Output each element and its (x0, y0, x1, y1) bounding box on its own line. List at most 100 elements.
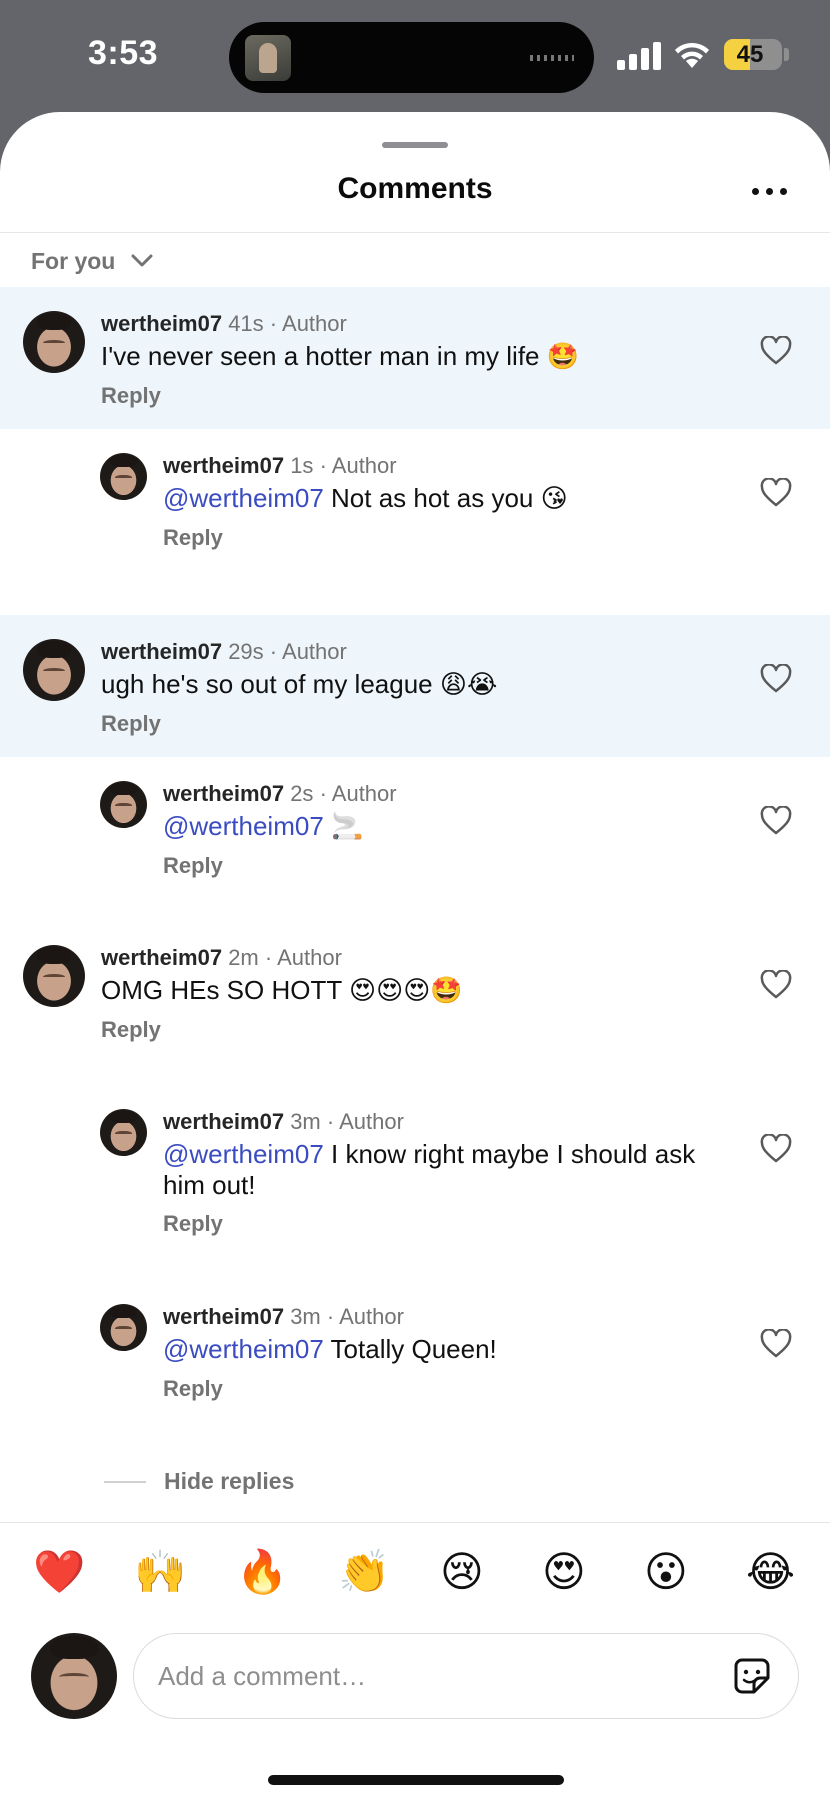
author-badge: · Author (326, 1109, 404, 1134)
like-heart-icon[interactable] (760, 664, 792, 694)
status-time: 3:53 (88, 34, 159, 72)
comment-input[interactable]: Add a comment… (133, 1633, 799, 1719)
hide-replies-button[interactable]: Hide replies (104, 1468, 294, 1495)
like-heart-icon[interactable] (760, 336, 792, 366)
comment-input-placeholder: Add a comment… (158, 1661, 367, 1691)
comment-emoji: 😘 (540, 484, 568, 514)
reaction-crying[interactable]: 😢 (440, 1542, 484, 1602)
reaction-raised-hands[interactable]: 🙌 (134, 1542, 186, 1602)
comment-text: @wertheim07 Not as hot as you 😘 (163, 483, 568, 515)
comment-timestamp: 29s (228, 639, 264, 664)
avatar[interactable] (23, 639, 85, 701)
reply-item: wertheim07 3m · Author @wertheim07 Total… (0, 1280, 830, 1444)
quick-reactions-bar: ❤️ 🙌 🔥 👏 😢 😍 😮 😂 (0, 1542, 830, 1612)
reply-button[interactable]: Reply (163, 525, 223, 551)
reply-button[interactable]: Reply (163, 1211, 223, 1237)
author-badge: · Author (326, 1304, 404, 1329)
comment-meta: wertheim07 29s · Author (101, 639, 347, 665)
comment-emoji: 😍😍😍🤩 (348, 976, 463, 1006)
status-bar: 3:53 45 (0, 0, 830, 112)
dynamic-island[interactable] (229, 22, 594, 93)
like-heart-icon[interactable] (760, 1134, 792, 1164)
comment-text: OMG HEs SO HOTT 😍😍😍🤩 (101, 975, 463, 1007)
reply-button[interactable]: Reply (101, 1017, 161, 1043)
comment-text: I've never seen a hotter man in my life … (101, 341, 579, 373)
reaction-surprised[interactable]: 😮 (644, 1542, 688, 1602)
comment-username[interactable]: wertheim07 (101, 639, 222, 664)
reply-button[interactable]: Reply (101, 711, 161, 737)
avatar[interactable] (100, 453, 147, 500)
comment-text: @wertheim07 I know right maybe I should … (163, 1139, 723, 1201)
comments-sheet: Comments For you wertheim07 41s · Author… (0, 112, 830, 1800)
avatar[interactable] (100, 781, 147, 828)
mention-link[interactable]: @wertheim07 (163, 483, 324, 513)
comment-body: Not as hot as you (323, 483, 541, 513)
sheet-grabber[interactable] (382, 142, 448, 148)
comment-item: wertheim07 2m · Author OMG HEs SO HOTT 😍… (0, 921, 830, 1063)
comment-username[interactable]: wertheim07 (163, 1109, 284, 1134)
mention-link[interactable]: @wertheim07 (163, 811, 324, 841)
reaction-laughing[interactable]: 😂 (746, 1542, 795, 1602)
avatar[interactable] (100, 1304, 147, 1351)
author-badge: · Author (269, 639, 347, 664)
comment-text: @wertheim07 🚬 (163, 811, 363, 843)
sticker-icon[interactable] (730, 1654, 774, 1698)
comment-username[interactable]: wertheim07 (101, 945, 222, 970)
avatar[interactable] (23, 945, 85, 1007)
comment-body (324, 811, 331, 841)
comment-body: Totally Queen! (323, 1334, 497, 1364)
avatar[interactable] (100, 1109, 147, 1156)
reaction-heart-eyes[interactable]: 😍 (542, 1542, 586, 1602)
reply-button[interactable]: Reply (163, 853, 223, 879)
sort-dropdown[interactable]: For you (31, 236, 153, 286)
now-playing-artwork (245, 35, 291, 81)
comment-emoji: 🚬 (331, 812, 364, 842)
current-user-avatar[interactable] (31, 1633, 117, 1719)
comment-body: I've never seen a hotter man in my life (101, 341, 547, 371)
comment-username[interactable]: wertheim07 (101, 311, 222, 336)
author-badge: · Author (319, 781, 397, 806)
mention-link[interactable]: @wertheim07 (163, 1334, 324, 1364)
comment-timestamp: 41s (228, 311, 264, 336)
mention-link[interactable]: @wertheim07 (163, 1139, 324, 1169)
comment-meta: wertheim07 3m · Author (163, 1304, 404, 1330)
comment-timestamp: 1s (290, 453, 314, 478)
reaction-heart[interactable]: ❤️ (33, 1542, 85, 1602)
like-heart-icon[interactable] (760, 970, 792, 1000)
comment-username[interactable]: wertheim07 (163, 781, 284, 806)
sort-label: For you (31, 247, 116, 274)
cellular-signal-icon (617, 42, 661, 70)
comment-meta: wertheim07 3m · Author (163, 1109, 404, 1135)
author-badge: · Author (269, 311, 347, 336)
reaction-fire[interactable]: 🔥 (236, 1542, 288, 1602)
wifi-icon (675, 42, 709, 68)
like-heart-icon[interactable] (760, 806, 792, 836)
comment-timestamp: 2s (290, 781, 314, 806)
comment-meta: wertheim07 2s · Author (163, 781, 397, 807)
chevron-down-icon (131, 254, 153, 267)
more-options-button[interactable] (746, 182, 792, 204)
battery-icon: 45 (724, 39, 782, 70)
comment-timestamp: 2m (228, 945, 259, 970)
header-divider (0, 232, 830, 233)
reply-button[interactable]: Reply (163, 1376, 223, 1402)
comment-timestamp: 3m (290, 1304, 321, 1329)
comment-body: OMG HEs SO HOTT (101, 975, 349, 1005)
reaction-clap[interactable]: 👏 (338, 1542, 390, 1602)
avatar[interactable] (23, 311, 85, 373)
comment-meta: wertheim07 41s · Author (101, 311, 347, 337)
comment-username[interactable]: wertheim07 (163, 453, 284, 478)
like-heart-icon[interactable] (760, 1329, 792, 1359)
home-indicator[interactable] (268, 1775, 564, 1785)
comment-item: wertheim07 41s · Author I've never seen … (0, 287, 830, 429)
thread-line (104, 1480, 146, 1483)
reply-button[interactable]: Reply (101, 383, 161, 409)
reply-item: wertheim07 3m · Author @wertheim07 I kno… (0, 1085, 830, 1280)
like-heart-icon[interactable] (760, 478, 792, 508)
hide-replies-label: Hide replies (164, 1468, 295, 1494)
comment-meta: wertheim07 2m · Author (101, 945, 342, 971)
comment-text: @wertheim07 Totally Queen! (163, 1334, 497, 1365)
reply-item: wertheim07 2s · Author @wertheim07 🚬 Rep… (0, 757, 830, 921)
comment-emoji: 😩😭 (439, 670, 498, 700)
comment-username[interactable]: wertheim07 (163, 1304, 284, 1329)
